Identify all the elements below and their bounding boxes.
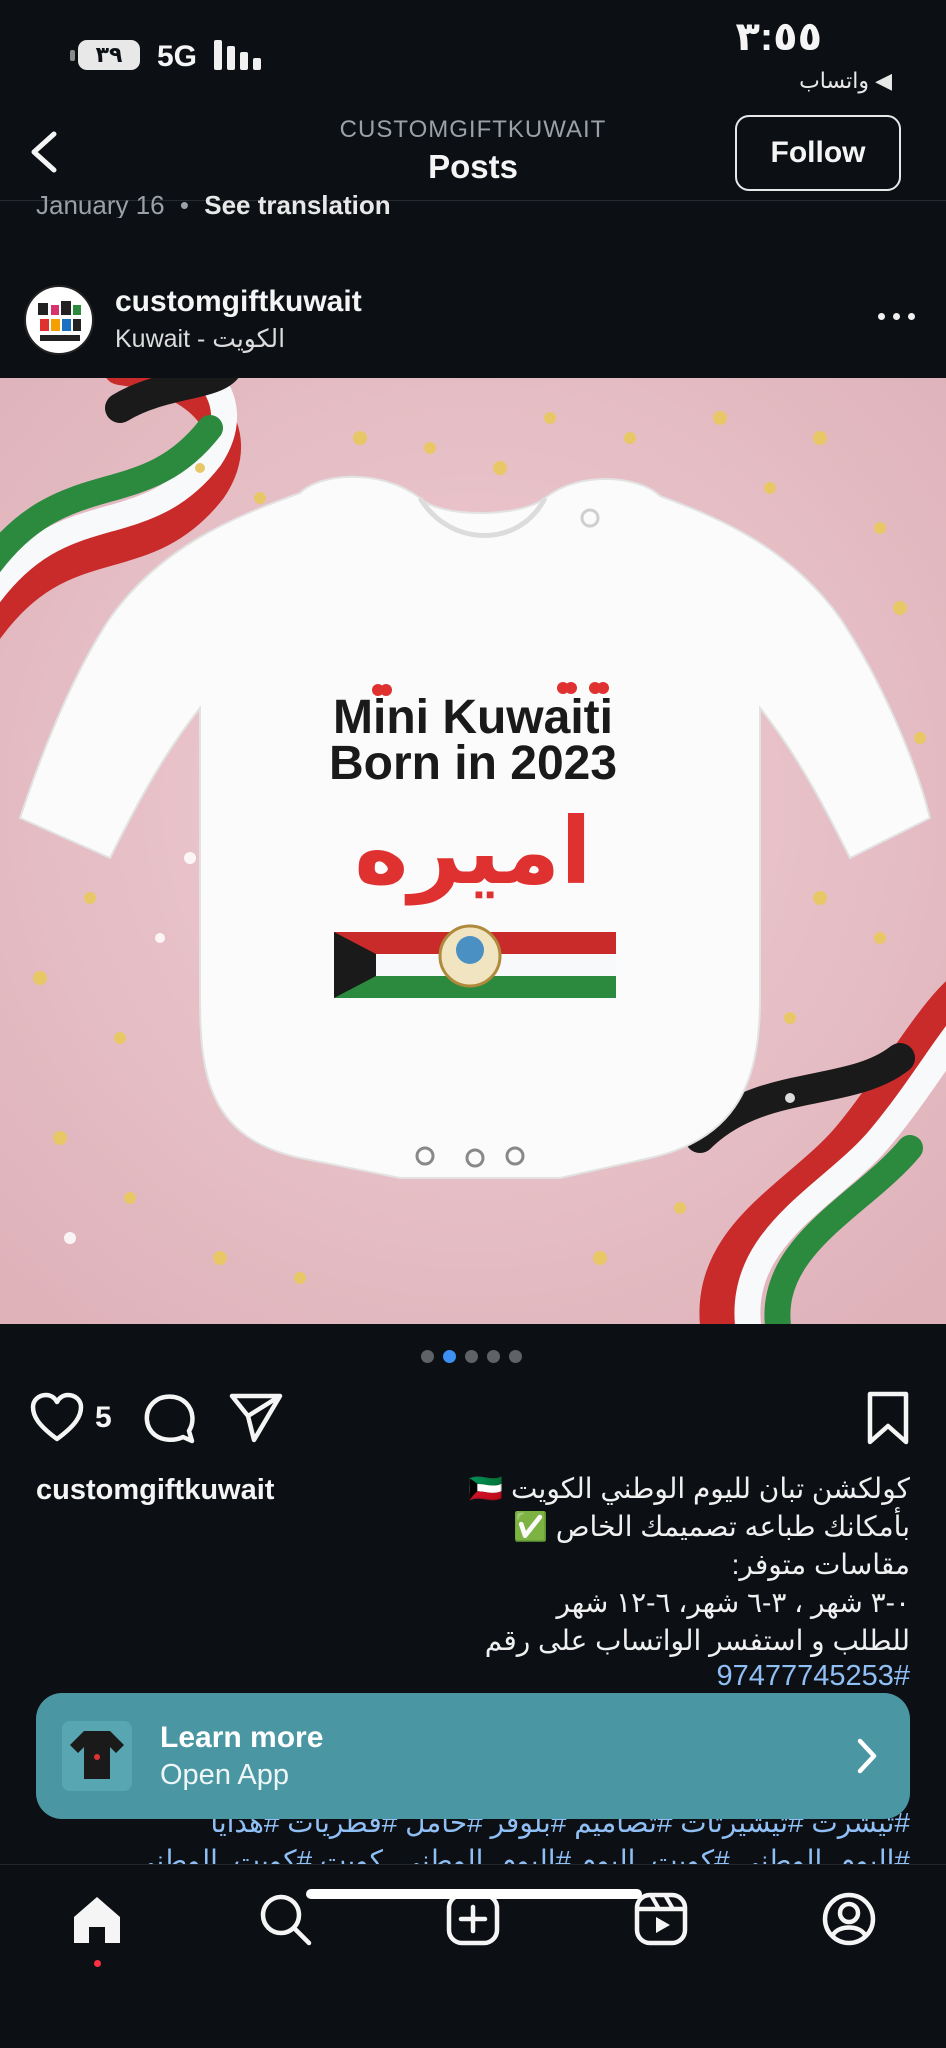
- send-icon[interactable]: [228, 1390, 284, 1444]
- onesie-name-arabic: اميره: [354, 801, 592, 903]
- brand-logo-icon: [38, 301, 81, 341]
- post-username[interactable]: customgiftkuwait: [115, 285, 362, 319]
- previous-post-date: January 16: [36, 190, 165, 218]
- search-icon[interactable]: [257, 1891, 313, 1947]
- follow-button[interactable]: Follow: [735, 115, 901, 191]
- notification-dot: [94, 1960, 101, 1967]
- comment-icon[interactable]: [142, 1391, 196, 1445]
- previous-post-meta: January 16 • See translation: [36, 190, 391, 218]
- kuwait-flag: [334, 924, 616, 998]
- more-horizontal-icon[interactable]: [874, 304, 920, 328]
- battery-indicator: ٣٩: [78, 40, 140, 70]
- caption-line: مقاسات متوفر:: [731, 1549, 910, 1580]
- carousel-dot: [487, 1350, 500, 1363]
- onesie-text-line2: Born in 2023: [328, 737, 618, 790]
- post-image[interactable]: Mini Kuwaiti Born in 2023 اميره: [0, 378, 946, 1324]
- battery-nub: [70, 50, 75, 61]
- carousel-dot: [465, 1350, 478, 1363]
- network-type: 5G: [157, 40, 198, 73]
- bookmark-icon[interactable]: [864, 1390, 912, 1446]
- meta-separator: •: [179, 190, 189, 218]
- create-icon[interactable]: [445, 1891, 501, 1947]
- caption-hashtags[interactable]: #اليوم_الوطني #كويت_اليوم #اليوم_الوطني_…: [36, 1844, 910, 1864]
- heart-icon[interactable]: [30, 1392, 84, 1444]
- caption-line: بأمكانك طباعه تصميمك الخاص ✅: [513, 1511, 910, 1542]
- carousel-dot: [443, 1350, 456, 1363]
- banner-thumbnail: [62, 1721, 132, 1791]
- signal-icon: [214, 40, 266, 70]
- post-location[interactable]: Kuwait - الكويت: [115, 324, 285, 354]
- learn-more-banner[interactable]: Learn more Open App: [36, 1693, 910, 1819]
- home-indicator: [306, 1889, 642, 1899]
- avatar[interactable]: [24, 285, 94, 355]
- caption-line: للطلب و استفسر الواتساب على رقم: [484, 1625, 910, 1656]
- profile-icon[interactable]: [821, 1891, 877, 1947]
- caption-line: ٠-٣ شهر ، ٣-٦ شهر، ٦-١٢ شهر: [556, 1587, 910, 1618]
- caption-phone-link[interactable]: 97477745253#: [716, 1660, 910, 1693]
- caption-username[interactable]: customgiftkuwait: [36, 1474, 274, 1507]
- banner-title: Learn more: [160, 1721, 324, 1754]
- chevron-right-icon: [857, 1738, 877, 1774]
- status-time: ٣:٥٥: [735, 15, 822, 59]
- see-translation-link[interactable]: See translation: [204, 190, 390, 218]
- reels-icon[interactable]: [633, 1891, 689, 1947]
- caption-line: كولكشن تبان لليوم الوطني الكويت 🇰🇼: [468, 1473, 910, 1504]
- carousel-indicator: [421, 1350, 525, 1364]
- home-icon[interactable]: [69, 1891, 125, 1947]
- onesie-thumbnail-icon: [70, 1731, 124, 1779]
- carousel-dot: [509, 1350, 522, 1363]
- banner-subtitle: Open App: [160, 1759, 289, 1791]
- carousel-dot: [421, 1350, 434, 1363]
- like-count[interactable]: 5: [95, 1401, 112, 1435]
- back-to-app-link[interactable]: ◀ واتساب: [799, 68, 892, 94]
